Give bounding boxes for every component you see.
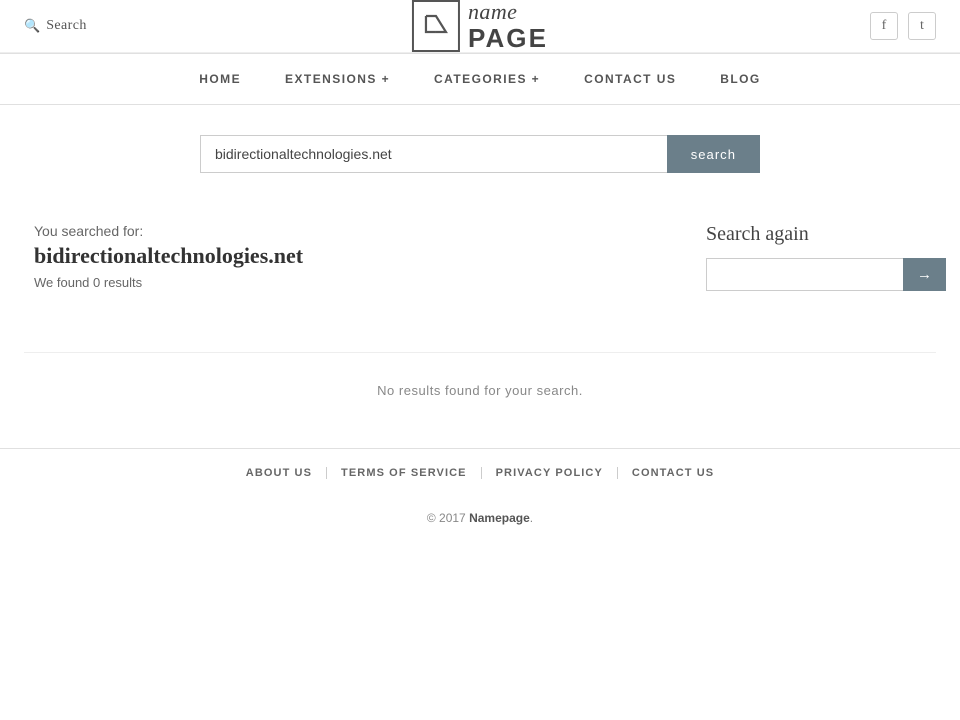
no-results-section: No results found for your search. (24, 352, 936, 448)
logo-page-text: PAGE (468, 24, 548, 53)
footer: ABOUT US TERMS OF SERVICE PRIVACY POLICY… (0, 448, 960, 545)
main-content: You searched for: bidirectionaltechnolog… (10, 213, 950, 332)
search-again-input[interactable] (706, 258, 903, 291)
footer-copyright: © 2017 Namepage. (0, 497, 960, 545)
copyright-suffix: . (530, 511, 533, 525)
nav-item-categories[interactable]: CATEGORIES + (412, 54, 562, 104)
search-again-form: → (706, 258, 926, 291)
search-input[interactable] (200, 135, 667, 173)
logo-icon (412, 0, 460, 52)
logo[interactable]: name PAGE (412, 0, 548, 52)
facebook-icon[interactable]: f (870, 12, 898, 40)
twitter-icon[interactable]: t (908, 12, 936, 40)
brand-link[interactable]: Namepage (469, 511, 530, 525)
header-search-trigger[interactable]: 🔍 Search (24, 18, 87, 34)
header: 🔍 Search name PAGE f t (0, 0, 960, 53)
search-again-title: Search again (706, 223, 926, 246)
search-again-button[interactable]: → (903, 258, 946, 291)
logo-name-text: name (468, 0, 548, 24)
nav-item-extensions[interactable]: EXTENSIONS + (263, 54, 412, 104)
nav-item-home[interactable]: HOME (177, 54, 263, 104)
no-results-text: No results found for your search. (24, 383, 936, 398)
search-again-panel: Search again → (706, 223, 926, 291)
search-bar: search (200, 135, 760, 173)
nav-list: HOME EXTENSIONS + CATEGORIES + CONTACT U… (0, 54, 960, 104)
footer-nav-contact[interactable]: CONTACT US (618, 467, 728, 479)
results-count: We found 0 results (34, 275, 142, 290)
search-icon: 🔍 (24, 18, 40, 34)
search-button[interactable]: search (667, 135, 760, 173)
search-results: You searched for: bidirectionaltechnolog… (34, 223, 706, 292)
logo-text: name PAGE (468, 0, 548, 52)
footer-nav-terms[interactable]: TERMS OF SERVICE (327, 467, 482, 479)
you-searched-label: You searched for: (34, 223, 706, 239)
logo-container: name PAGE (412, 0, 548, 52)
search-section: search (0, 105, 960, 193)
main-nav: HOME EXTENSIONS + CATEGORIES + CONTACT U… (0, 53, 960, 105)
nav-item-blog[interactable]: BLOG (698, 54, 782, 104)
nav-item-contact[interactable]: CONTACT US (562, 54, 698, 104)
footer-nav-about[interactable]: ABOUT US (232, 467, 327, 479)
searched-term: bidirectionaltechnologies.net (34, 243, 706, 269)
logo-svg (422, 12, 450, 40)
header-search-label: Search (46, 18, 87, 34)
copyright-prefix: © 2017 (427, 511, 469, 525)
footer-nav: ABOUT US TERMS OF SERVICE PRIVACY POLICY… (0, 448, 960, 497)
header-social: f t (870, 12, 936, 40)
footer-nav-privacy[interactable]: PRIVACY POLICY (482, 467, 618, 479)
